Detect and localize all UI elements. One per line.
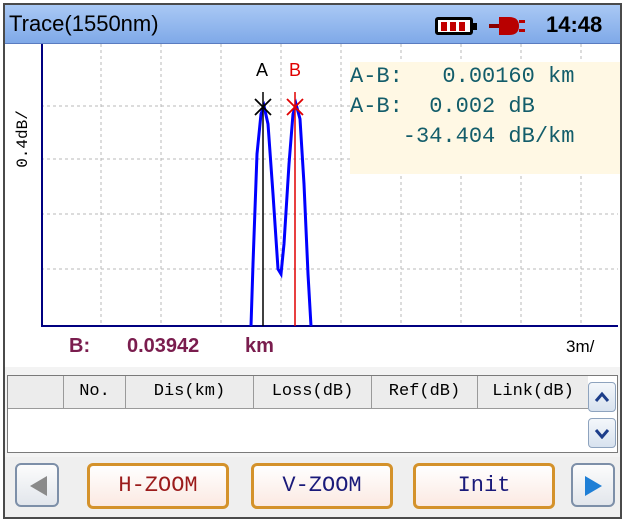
h-zoom-button[interactable]: H-ZOOM [87, 463, 229, 509]
marker-b-label: B [289, 60, 301, 80]
marker-a-label: A [256, 60, 268, 80]
cursor-position-bar: B: 0.03942 km 3m/ [5, 327, 620, 367]
column-header-select[interactable] [8, 376, 64, 408]
readout-loss: A-B: 0.002 dB [350, 94, 535, 119]
previous-page-button[interactable] [15, 463, 59, 507]
event-table-header: No. Dis(km) Loss(dB) Ref(dB) Link(dB) [8, 376, 588, 409]
cursor-b-label: B: [69, 335, 91, 357]
measurement-readout: A-B: 0.00160 km A-B: 0.002 dB -34.404 dB… [350, 62, 620, 174]
title-bar: Trace(1550nm) 14:48 [5, 5, 620, 44]
v-zoom-button[interactable]: V-ZOOM [251, 463, 393, 509]
next-page-button[interactable] [571, 463, 615, 507]
chevron-down-icon [594, 429, 610, 439]
right-arrow-icon [585, 476, 602, 496]
battery-icon [435, 17, 477, 35]
clock: 14:48 [546, 12, 603, 37]
column-header-reflectance[interactable]: Ref(dB) [372, 376, 478, 408]
cursor-b-unit: km [245, 335, 274, 357]
column-header-loss[interactable]: Loss(dB) [254, 376, 372, 408]
left-arrow-icon [30, 476, 47, 496]
y-scale-label: 0.4dB/ [14, 110, 32, 168]
readout-attenuation: -34.404 dB/km [350, 124, 575, 149]
x-scale-label: 3m/ [566, 337, 595, 356]
chevron-up-icon [594, 391, 610, 402]
column-header-distance[interactable]: Dis(km) [126, 376, 254, 408]
cursor-b-value: 0.03942 [127, 335, 200, 357]
column-header-link[interactable]: Link(dB) [478, 376, 588, 408]
table-scroll-down-button[interactable] [588, 418, 616, 448]
table-scroll-up-button[interactable] [588, 382, 616, 412]
column-header-number[interactable]: No. [64, 376, 126, 408]
readout-distance: A-B: 0.00160 km [350, 64, 575, 89]
init-button[interactable]: Init [413, 463, 555, 509]
ac-plug-icon [489, 17, 525, 35]
otdr-window: Trace(1550nm) 14:48 0.4dB/ A B A-B: 0.00… [3, 3, 622, 519]
window-title: Trace(1550nm) [9, 11, 159, 36]
trace-plot-area[interactable]: 0.4dB/ A B A-B: 0.00160 km A-B: 0.002 dB… [5, 44, 620, 367]
event-table[interactable]: No. Dis(km) Loss(dB) Ref(dB) Link(dB) [7, 375, 618, 453]
bottom-toolbar: H-ZOOM V-ZOOM Init [5, 457, 620, 517]
